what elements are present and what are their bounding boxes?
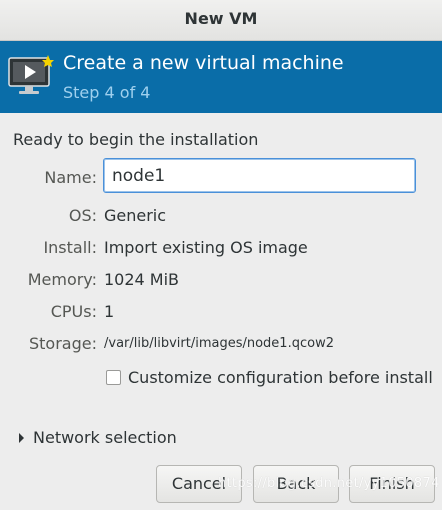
install-value: Import existing OS image: [104, 238, 308, 257]
banner-step: Step 4 of 4: [63, 83, 151, 102]
expander-arrow-icon[interactable]: [19, 433, 24, 443]
wizard-banner: Create a new virtual machine Step 4 of 4: [0, 41, 442, 113]
monitor-play-icon: [8, 55, 54, 101]
storage-label: Storage:: [29, 334, 97, 353]
name-label: Name:: [44, 168, 97, 187]
name-input[interactable]: [103, 158, 416, 193]
cpus-value: 1: [104, 302, 115, 321]
cancel-button[interactable]: Cancel: [156, 465, 242, 503]
banner-heading: Create a new virtual machine: [63, 52, 344, 74]
memory-value: 1024 MiB: [104, 270, 180, 289]
memory-label: Memory:: [27, 270, 97, 289]
back-button[interactable]: Back: [253, 465, 339, 503]
install-label: Install:: [43, 238, 97, 257]
network-selection-expander[interactable]: Network selection: [33, 428, 177, 447]
os-value: Generic: [104, 206, 167, 225]
customize-checkbox[interactable]: [106, 370, 121, 385]
window-title: New VM: [0, 0, 442, 41]
os-label: OS:: [68, 206, 97, 225]
storage-value: /var/lib/libvirt/images/node1.qcow2: [104, 336, 334, 351]
finish-button[interactable]: Finish: [349, 465, 435, 503]
summary-heading: Ready to begin the installation: [13, 130, 259, 149]
cpus-label: CPUs:: [50, 302, 97, 321]
customize-label[interactable]: Customize configuration before install: [128, 368, 433, 387]
